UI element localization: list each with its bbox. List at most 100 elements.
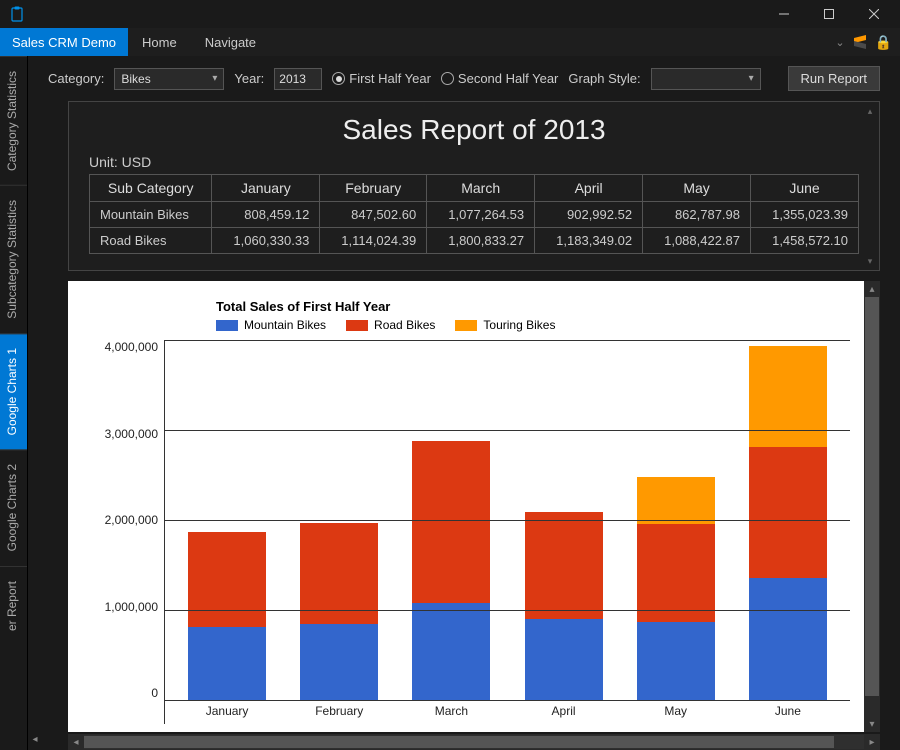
col-header: May bbox=[643, 175, 751, 202]
bar-segment bbox=[525, 619, 603, 700]
app-name-tab[interactable]: Sales CRM Demo bbox=[0, 28, 128, 56]
cell: 1,060,330.33 bbox=[212, 228, 320, 254]
bar-segment bbox=[188, 627, 266, 700]
legend-label: Road Bikes bbox=[374, 318, 435, 332]
bar-segment bbox=[188, 532, 266, 627]
chevron-down-icon: ▾ bbox=[212, 73, 217, 84]
graph-style-combo[interactable]: ▾ bbox=[651, 68, 761, 90]
legend-item: Road Bikes bbox=[346, 318, 435, 332]
sidebar-tab-google-charts-1[interactable]: Google Charts 1 bbox=[0, 333, 27, 449]
legend-swatch-icon bbox=[346, 320, 368, 331]
bar-segment bbox=[637, 524, 715, 622]
bar-group bbox=[188, 532, 266, 700]
menu-home[interactable]: Home bbox=[128, 28, 191, 56]
scroll-left-icon[interactable]: ◂ bbox=[68, 737, 84, 748]
year-input[interactable] bbox=[274, 68, 322, 90]
chevron-down-icon: ▾ bbox=[749, 73, 754, 84]
graph-style-label: Graph Style: bbox=[568, 71, 640, 86]
bar-segment bbox=[749, 346, 827, 447]
col-header: April bbox=[535, 175, 643, 202]
cell: 1,800,833.27 bbox=[427, 228, 535, 254]
sidebar: Category Statistics Subcategory Statisti… bbox=[0, 56, 28, 750]
filter-bar: Category: Bikes ▾ Year: First Half Year … bbox=[28, 56, 900, 101]
x-axis: JanuaryFebruaryMarchAprilMayJune bbox=[165, 700, 850, 724]
scroll-down-icon[interactable]: ▾ bbox=[864, 716, 880, 732]
scroll-up-icon[interactable]: ▴ bbox=[863, 104, 877, 118]
bar-segment bbox=[300, 523, 378, 623]
grid-line bbox=[165, 340, 850, 341]
window-titlebar bbox=[0, 0, 900, 28]
x-tick: January bbox=[188, 700, 266, 724]
y-tick: 1,000,000 bbox=[105, 600, 158, 614]
bar-group bbox=[525, 512, 603, 700]
col-header: January bbox=[212, 175, 320, 202]
chart-vscrollbar[interactable]: ▴ ▾ bbox=[864, 281, 880, 732]
chart-hscrollbar[interactable]: ◂ ▸ bbox=[68, 734, 880, 750]
cell: 1,355,023.39 bbox=[751, 202, 859, 228]
chevron-down-icon[interactable]: ⌄ bbox=[835, 36, 844, 49]
bar-group bbox=[749, 346, 827, 700]
legend-item: Mountain Bikes bbox=[216, 318, 326, 332]
legend-item: Touring Bikes bbox=[455, 318, 555, 332]
window-minimize-button[interactable] bbox=[761, 0, 806, 28]
window-close-button[interactable] bbox=[851, 0, 896, 28]
grid-line bbox=[165, 700, 850, 701]
bar-segment bbox=[412, 603, 490, 700]
radio-second-half[interactable]: Second Half Year bbox=[441, 71, 558, 86]
lock-icon[interactable]: 🔒 bbox=[875, 34, 892, 51]
x-tick: May bbox=[637, 700, 715, 724]
radio-first-half-label: First Half Year bbox=[349, 71, 431, 86]
y-tick: 2,000,000 bbox=[105, 513, 158, 527]
cell: 1,088,422.87 bbox=[643, 228, 751, 254]
x-tick: February bbox=[300, 700, 378, 724]
scroll-up-icon[interactable]: ▴ bbox=[864, 281, 880, 297]
sidebar-tab-google-charts-2[interactable]: Google Charts 2 bbox=[0, 449, 27, 565]
collapse-left-icon[interactable]: ◂ bbox=[28, 732, 42, 746]
bar-segment bbox=[749, 578, 827, 700]
sidebar-tab-subcategory-statistics[interactable]: Subcategory Statistics bbox=[0, 185, 27, 333]
bar-group bbox=[300, 523, 378, 700]
bar-segment bbox=[749, 447, 827, 578]
window-maximize-button[interactable] bbox=[806, 0, 851, 28]
grid-line bbox=[165, 610, 850, 611]
x-tick: March bbox=[412, 700, 490, 724]
cell: 1,183,349.02 bbox=[535, 228, 643, 254]
radio-indicator-icon bbox=[332, 72, 345, 85]
legend-label: Touring Bikes bbox=[483, 318, 555, 332]
bar-segment bbox=[412, 441, 490, 603]
bar-segment bbox=[300, 624, 378, 700]
legend-label: Mountain Bikes bbox=[244, 318, 326, 332]
app-clipboard-icon bbox=[10, 6, 24, 22]
category-value: Bikes bbox=[121, 72, 150, 86]
legend-swatch-icon bbox=[455, 320, 477, 331]
col-header: February bbox=[320, 175, 427, 202]
run-report-button[interactable]: Run Report bbox=[788, 66, 880, 91]
cell: 862,787.98 bbox=[643, 202, 751, 228]
radio-first-half[interactable]: First Half Year bbox=[332, 71, 431, 86]
bar-group bbox=[412, 441, 490, 700]
grid-line bbox=[165, 430, 850, 431]
radio-indicator-icon bbox=[441, 72, 454, 85]
table-row: Road Bikes 1,060,330.33 1,114,024.39 1,8… bbox=[90, 228, 859, 254]
bar-group bbox=[637, 477, 715, 700]
x-tick: April bbox=[525, 700, 603, 724]
report-vscrollbar[interactable]: ▴ ▾ bbox=[863, 104, 877, 268]
category-combo[interactable]: Bikes ▾ bbox=[114, 68, 224, 90]
y-tick: 4,000,000 bbox=[105, 340, 158, 354]
year-label: Year: bbox=[234, 71, 264, 86]
table-row: Mountain Bikes 808,459.12 847,502.60 1,0… bbox=[90, 202, 859, 228]
sidebar-tab-er-report[interactable]: er Report bbox=[0, 566, 27, 645]
y-axis: 4,000,0003,000,0002,000,0001,000,0000 bbox=[98, 340, 164, 724]
chart-title: Total Sales of First Half Year bbox=[216, 299, 850, 314]
cell: 902,992.52 bbox=[535, 202, 643, 228]
cell: 1,114,024.39 bbox=[320, 228, 427, 254]
report-table: Sub Category January February March Apri… bbox=[89, 174, 859, 254]
legend-swatch-icon bbox=[216, 320, 238, 331]
scroll-down-icon[interactable]: ▾ bbox=[863, 254, 877, 268]
col-header: March bbox=[427, 175, 535, 202]
bar-segment bbox=[637, 622, 715, 700]
sidebar-tab-category-statistics[interactable]: Category Statistics bbox=[0, 56, 27, 185]
scroll-right-icon[interactable]: ▸ bbox=[864, 737, 880, 748]
menu-navigate[interactable]: Navigate bbox=[191, 28, 270, 56]
report-panel: Sales Report of 2013 Unit: USD Sub Categ… bbox=[68, 101, 880, 271]
